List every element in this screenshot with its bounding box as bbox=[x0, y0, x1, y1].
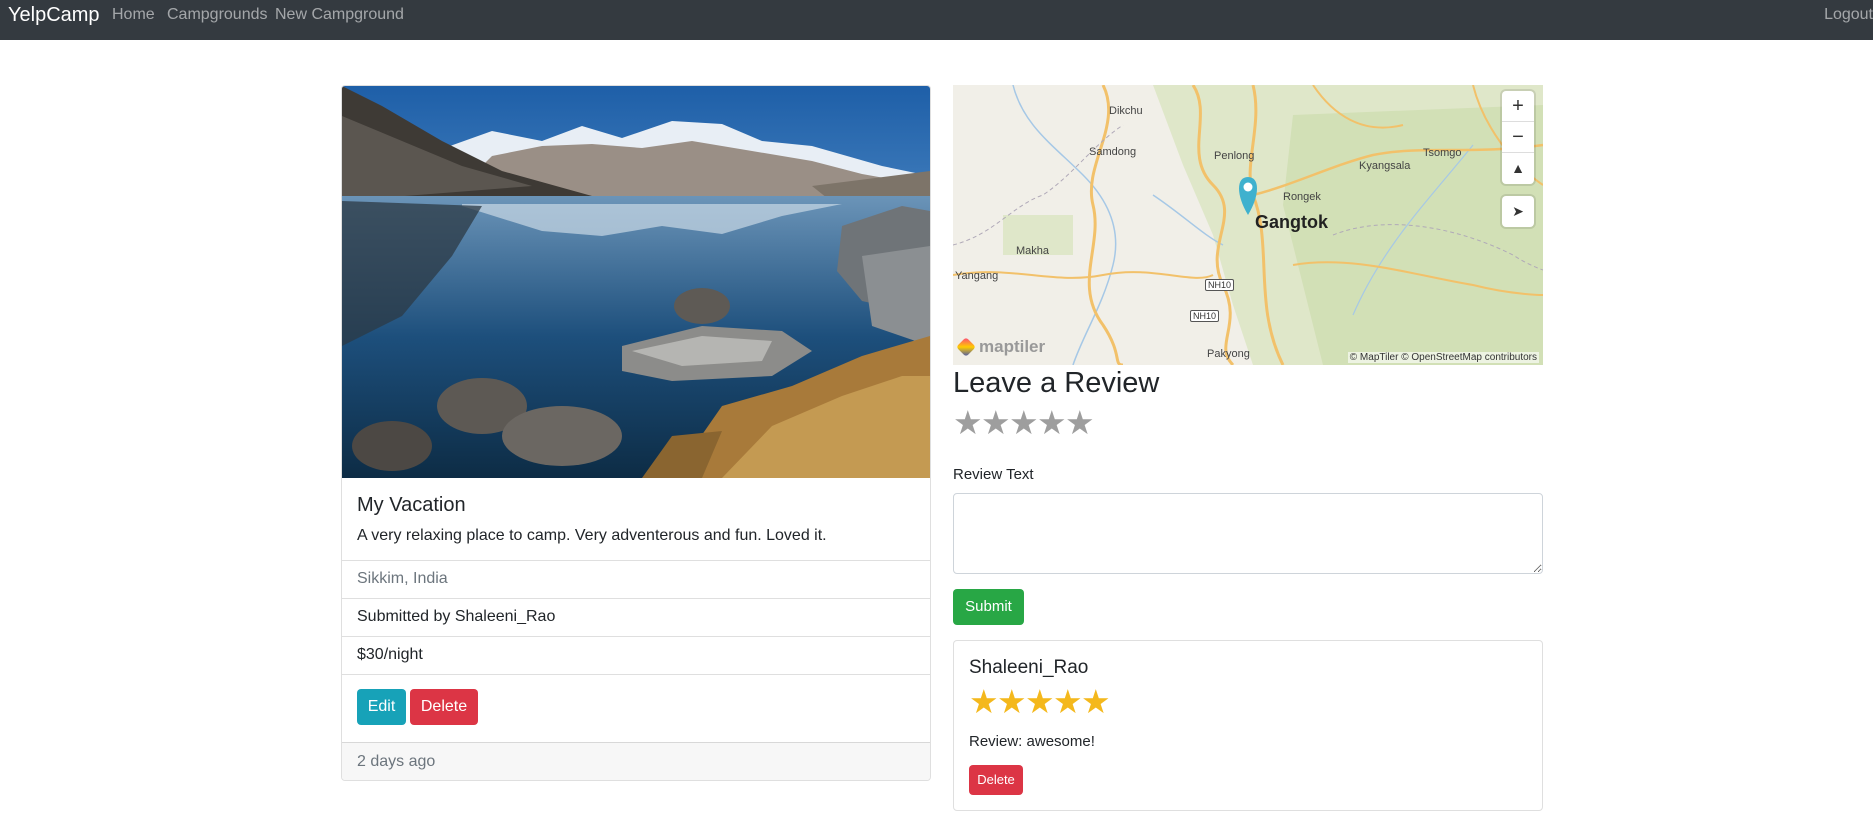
edit-button[interactable]: Edit bbox=[357, 689, 406, 725]
review-text-label: Review Text bbox=[953, 466, 1034, 483]
card-footer-timestamp: 2 days ago bbox=[342, 742, 930, 780]
map-label-dikchu: Dikchu bbox=[1109, 105, 1143, 117]
maptiler-logo-text: maptiler bbox=[979, 337, 1046, 356]
campground-actions: Edit Delete bbox=[342, 674, 930, 742]
rating-star-3-icon[interactable]: ★ bbox=[1009, 406, 1039, 439]
brand-link[interactable]: YelpCamp bbox=[8, 4, 100, 27]
campground-map[interactable]: Dikchu Samdong Penlong Tsomgo Kyangsala … bbox=[953, 85, 1543, 365]
review-text: Review: awesome! bbox=[969, 733, 1095, 750]
rating-star-5-icon[interactable]: ★ bbox=[1065, 406, 1095, 439]
map-attribution[interactable]: © MapTiler © OpenStreetMap contributors bbox=[1347, 352, 1539, 363]
campground-location: Sikkim, India bbox=[342, 560, 930, 598]
review-card: Shaleeni_Rao ★ ★ ★ ★ ★ Review: awesome! … bbox=[953, 640, 1543, 811]
map-label-samdong: Samdong bbox=[1089, 146, 1137, 158]
zoom-out-button[interactable]: − bbox=[1502, 122, 1534, 153]
map-label-pakyong: Pakyong bbox=[1207, 348, 1250, 360]
map-label-rongek: Rongek bbox=[1283, 191, 1321, 203]
review-author: Shaleeni_Rao bbox=[969, 657, 1089, 678]
map-label-penlong: Penlong bbox=[1214, 150, 1255, 162]
campground-description: A very relaxing place to camp. Very adve… bbox=[357, 527, 827, 544]
rating-star-2-icon[interactable]: ★ bbox=[981, 406, 1011, 439]
map-city-label: Gangtok bbox=[1255, 212, 1329, 232]
campground-card-body: My Vacation A very relaxing place to cam… bbox=[342, 478, 930, 560]
map-road-badge: NH10 bbox=[1190, 310, 1220, 322]
map-label-yangang: Yangang bbox=[955, 270, 999, 282]
star-filled-icon: ★ bbox=[1025, 683, 1055, 720]
maptiler-logo[interactable]: maptiler bbox=[956, 337, 1046, 357]
map-zoom-controls: + − ▲ bbox=[1502, 91, 1534, 184]
maptiler-logo-icon bbox=[956, 337, 976, 357]
nav-home-link[interactable]: Home bbox=[112, 6, 155, 24]
delete-review-button[interactable]: Delete bbox=[969, 765, 1023, 795]
map-label-tsomgo: Tsomgo bbox=[1423, 147, 1462, 159]
nav-new-campground-link[interactable]: New Campground bbox=[275, 6, 404, 24]
map-label-kyangsala: Kyangsala bbox=[1359, 160, 1411, 172]
zoom-in-button[interactable]: + bbox=[1502, 91, 1534, 122]
campground-title: My Vacation bbox=[357, 494, 466, 516]
map-label-makha: Makha bbox=[1016, 245, 1050, 257]
delete-campground-button[interactable]: Delete bbox=[410, 689, 478, 725]
star-filled-icon: ★ bbox=[1053, 683, 1083, 720]
navbar: YelpCamp Home Campgrounds New Campground… bbox=[0, 0, 1873, 40]
campground-price: $30/night bbox=[342, 636, 930, 674]
rating-star-1-icon[interactable]: ★ bbox=[953, 406, 983, 439]
star-filled-icon: ★ bbox=[997, 683, 1027, 720]
review-form-heading: Leave a Review bbox=[953, 367, 1160, 399]
star-filled-icon: ★ bbox=[1081, 683, 1111, 720]
review-text-input[interactable] bbox=[953, 493, 1543, 574]
nav-campgrounds-link[interactable]: Campgrounds bbox=[167, 6, 268, 24]
rating-star-4-icon[interactable]: ★ bbox=[1037, 406, 1067, 439]
compass-icon[interactable]: ▲ bbox=[1502, 153, 1534, 184]
nav-logout-link[interactable]: Logout bbox=[1821, 6, 1873, 24]
campground-author: Submitted by Shaleeni_Rao bbox=[342, 598, 930, 636]
rating-input[interactable]: ★ ★ ★ ★ ★ bbox=[953, 406, 1095, 439]
campground-image bbox=[342, 86, 930, 478]
map-road-badge: NH10 bbox=[1205, 279, 1235, 291]
submit-review-button[interactable]: Submit bbox=[953, 589, 1024, 625]
geolocate-icon[interactable]: ➤ bbox=[1502, 196, 1534, 227]
campground-card: My Vacation A very relaxing place to cam… bbox=[341, 85, 931, 781]
star-filled-icon: ★ bbox=[969, 683, 999, 720]
review-rating: ★ ★ ★ ★ ★ bbox=[969, 683, 1111, 720]
